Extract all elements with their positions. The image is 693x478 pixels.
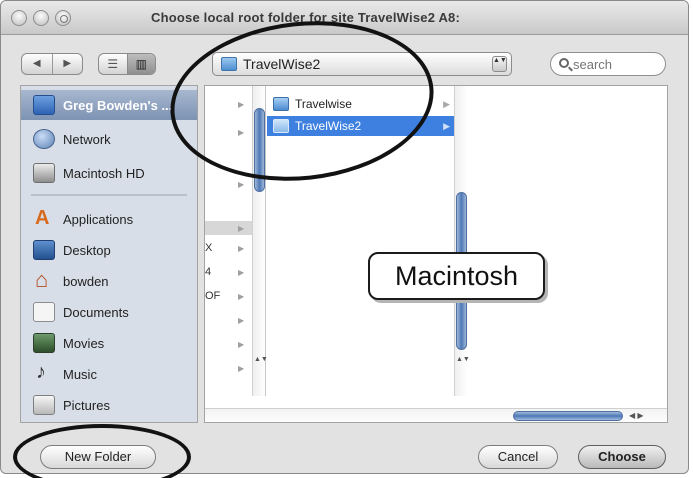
folder-icon <box>221 57 237 71</box>
sidebar-item-desktop[interactable]: Desktop <box>21 235 197 265</box>
hard-drive-icon <box>33 163 55 183</box>
sidebar-item-movies[interactable]: Movies <box>21 328 197 358</box>
list-item-label: TravelWise2 <box>295 119 362 133</box>
minimize-window-button[interactable] <box>33 10 49 26</box>
disclosure-arrow-icon: ▶ <box>238 244 245 253</box>
sidebar-item-label: Movies <box>63 335 105 351</box>
browser-column-folders: Travelwise ▶ TravelWise2 ▶ ▲▼ <box>267 86 470 396</box>
sidebar-divider <box>31 194 187 196</box>
sidebar-item-pictures[interactable]: Pictures <box>21 390 197 420</box>
sidebar-item-applications[interactable]: Applications <box>21 204 197 234</box>
choose-button[interactable]: Choose <box>578 445 666 469</box>
music-icon <box>33 361 55 384</box>
sidebar-item-macintosh-hd[interactable]: Macintosh HD <box>21 158 197 188</box>
disclosure-arrow-icon: ▶ <box>443 120 450 131</box>
location-popup[interactable]: TravelWise2 ▲▼ <box>212 52 512 76</box>
home-icon <box>33 267 55 293</box>
sidebar-item-label: Music <box>63 366 97 382</box>
window-title: Choose local root folder for site Travel… <box>151 10 460 25</box>
scroll-arrows-icon[interactable]: ▲▼ <box>456 356 470 364</box>
disclosure-arrow-icon: ▶ <box>238 100 245 109</box>
popup-stepper-icon: ▲▼ <box>492 56 507 72</box>
sidebar-item-documents[interactable]: Documents <box>21 297 197 327</box>
sidebar-item-music[interactable]: Music <box>21 359 197 389</box>
search-icon <box>559 58 569 68</box>
sidebar-item-label: Desktop <box>63 242 111 258</box>
network-icon <box>33 129 55 149</box>
movies-icon <box>33 333 55 353</box>
forward-arrow-icon[interactable]: ▶ <box>53 54 83 74</box>
folder-column-scrollbar[interactable]: ▲▼ <box>454 86 470 396</box>
list-item-travelwise[interactable]: Travelwise ▶ <box>267 94 454 114</box>
disclosure-arrow-icon: ▶ <box>238 268 245 277</box>
disclosure-arrow-icon: ▶ <box>238 180 245 189</box>
sidebar-item-label: Pictures <box>63 397 110 413</box>
disclosure-arrow-icon: ▶ <box>238 316 245 325</box>
search-input[interactable] <box>573 56 659 72</box>
browser-column-parent: ▶ ▶ ▶ ▶ ▶ ▶ ▶ ▶ ▶ ▶ X 4 OF ▲▼ <box>205 86 268 396</box>
parent-column-scrollbar[interactable]: ▲▼ <box>252 86 268 396</box>
list-item-label: Travelwise <box>295 97 352 111</box>
disclosure-arrow-icon: ▶ <box>238 340 245 349</box>
file-chooser-dialog: Choose local root folder for site Travel… <box>0 0 689 474</box>
horizontal-scrollbar[interactable]: ◀ ▶ <box>205 408 667 422</box>
scroll-thumb[interactable] <box>254 108 265 192</box>
documents-icon <box>33 302 55 322</box>
horizontal-scroll-thumb[interactable] <box>513 411 623 421</box>
sidebar-item-bowden[interactable]: bowden <box>21 266 197 296</box>
scroll-arrows-icon[interactable]: ▲▼ <box>254 356 268 364</box>
title-bar: Choose local root folder for site Travel… <box>1 1 688 35</box>
sidebar-item-label: Documents <box>63 304 129 320</box>
disclosure-arrow-icon: ▶ <box>443 98 450 109</box>
column-view-icon[interactable]: ▥ <box>126 54 155 74</box>
truncated-item-label: 4 <box>205 266 212 278</box>
cancel-button[interactable]: Cancel <box>478 445 558 469</box>
sidebar-item-network[interactable]: Network <box>21 124 197 154</box>
horizontal-scroll-arrows-icon[interactable]: ◀ ▶ <box>629 409 644 422</box>
sidebar: Greg Bowden's ... Network Macintosh HD A… <box>20 85 198 423</box>
sidebar-item-label: Network <box>63 131 111 147</box>
list-view-icon[interactable]: ☰ <box>99 54 127 74</box>
disclosure-arrow-icon: ▶ <box>238 292 245 301</box>
back-forward-control: ◀ ▶ <box>21 53 83 75</box>
disclosure-arrow-icon: ▶ <box>238 128 245 137</box>
close-window-button[interactable] <box>11 10 27 26</box>
annotation-callout: Macintosh <box>368 252 545 300</box>
sidebar-item-label: Applications <box>63 211 134 227</box>
search-field <box>550 52 666 76</box>
new-folder-button[interactable]: New Folder <box>40 445 156 469</box>
folder-icon <box>273 119 289 133</box>
sidebar-item-label: Greg Bowden's ... <box>63 97 173 113</box>
view-mode-control: ☰ ▥ <box>98 53 156 75</box>
sidebar-item-label: Macintosh HD <box>63 165 145 181</box>
browser-column-contents <box>468 86 667 396</box>
back-arrow-icon[interactable]: ◀ <box>22 54 53 74</box>
pictures-icon <box>33 395 55 415</box>
disclosure-arrow-icon: ▶ <box>238 364 245 373</box>
truncated-item-label: X <box>205 242 213 254</box>
sidebar-item-computer[interactable]: Greg Bowden's ... <box>21 90 197 120</box>
truncated-item-label: OF <box>205 290 221 302</box>
folder-icon <box>273 97 289 111</box>
applications-icon <box>33 207 55 230</box>
computer-icon <box>33 95 55 115</box>
list-item-travelwise2[interactable]: TravelWise2 ▶ <box>267 116 454 136</box>
desktop-icon <box>33 240 55 260</box>
zoom-window-button[interactable] <box>55 10 71 26</box>
disclosure-arrow-icon: ▶ <box>238 224 245 233</box>
location-popup-label: TravelWise2 <box>243 56 321 72</box>
sidebar-item-label: bowden <box>63 273 109 289</box>
